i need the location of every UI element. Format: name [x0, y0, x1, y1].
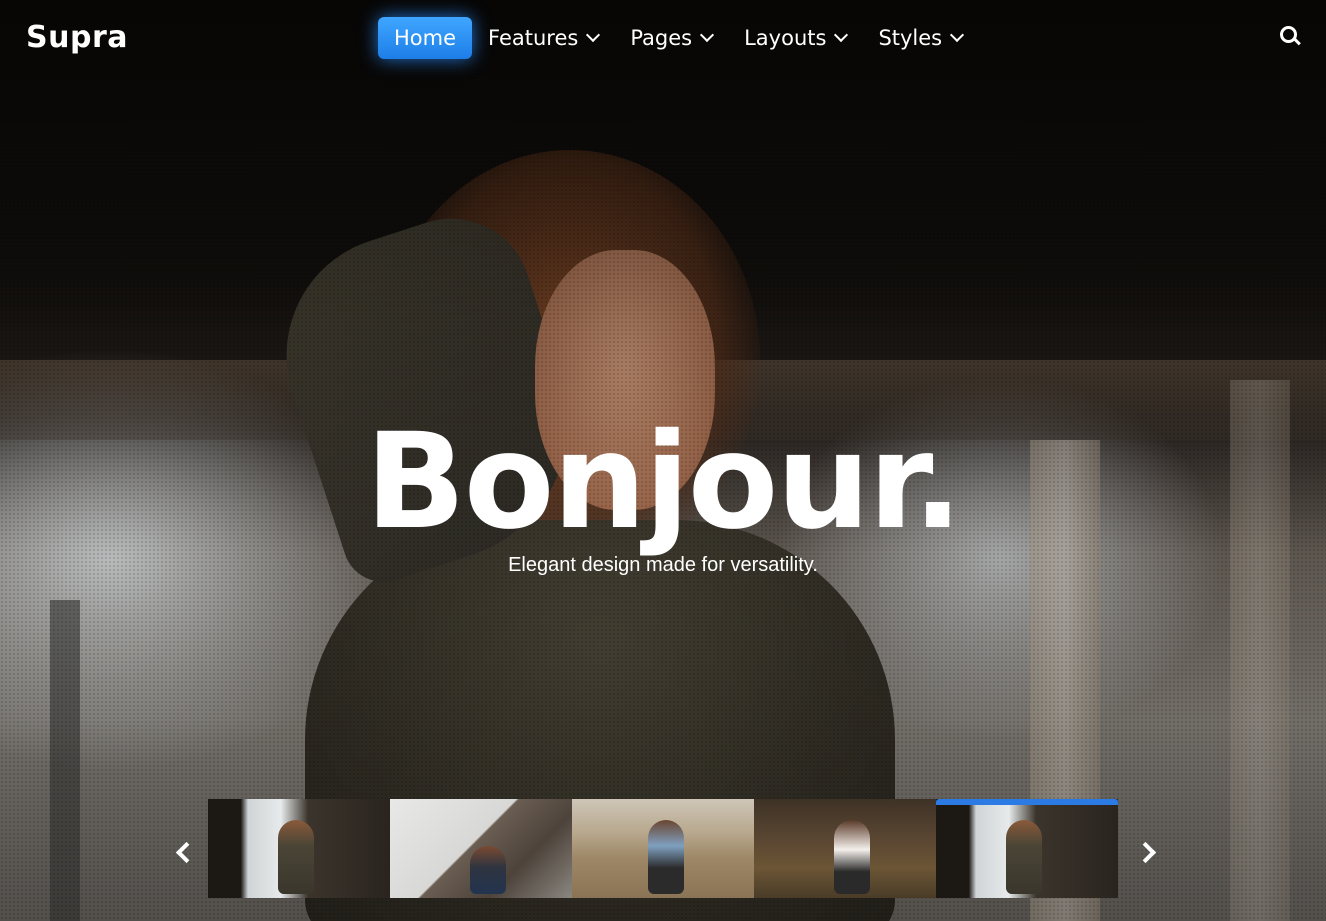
nav-item-pages[interactable]: Pages	[614, 17, 728, 59]
nav-item-layouts[interactable]: Layouts	[728, 17, 862, 59]
hero-title: Bonjour.	[365, 405, 963, 559]
main-nav: Home Features Pages Layouts Styles	[378, 17, 978, 59]
nav-item-home[interactable]: Home	[378, 17, 473, 59]
nav-item-label: Layouts	[744, 26, 827, 50]
chevron-left-icon[interactable]	[174, 842, 188, 862]
chevron-down-icon	[586, 27, 601, 43]
nav-item-styles[interactable]: Styles	[862, 17, 978, 59]
thumbnail-3[interactable]	[572, 799, 754, 898]
thumbnail-5[interactable]	[936, 799, 1118, 898]
thumbnail-strip	[208, 799, 1118, 898]
nav-item-label: Features	[488, 26, 579, 50]
search-icon[interactable]	[1280, 26, 1302, 48]
nav-item-features[interactable]: Features	[472, 17, 614, 59]
chevron-down-icon	[700, 27, 715, 43]
thumbnail-4[interactable]	[754, 799, 936, 898]
brand-logo[interactable]: Supra	[26, 20, 128, 55]
chevron-right-icon[interactable]	[1140, 842, 1154, 862]
thumbnail-2[interactable]	[390, 799, 572, 898]
hero-subtitle: Elegant design made for versatility.	[508, 554, 818, 576]
nav-item-label: Styles	[878, 26, 943, 50]
nav-item-label: Home	[394, 26, 457, 50]
nav-item-label: Pages	[630, 26, 693, 50]
chevron-down-icon	[834, 27, 849, 43]
chevron-down-icon	[950, 27, 965, 43]
thumbnail-1[interactable]	[208, 799, 390, 898]
